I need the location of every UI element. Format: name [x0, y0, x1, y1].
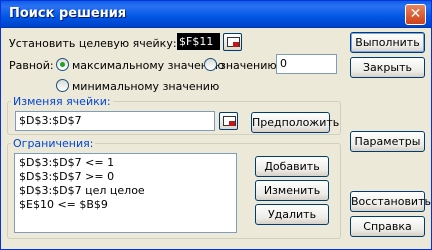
- reset-button[interactable]: Восстановить: [350, 191, 431, 212]
- close-button[interactable]: ✕: [405, 4, 426, 25]
- list-item[interactable]: $D$3:$D$7 >= 0: [19, 170, 114, 183]
- value-radio[interactable]: [204, 58, 217, 71]
- changing-cells-value: $D$3:$D$7: [19, 114, 82, 127]
- constraints-label: Ограничения:: [11, 137, 96, 150]
- value-input-text: 0: [280, 57, 287, 70]
- add-constraint-button[interactable]: Добавить: [255, 156, 329, 177]
- constraints-list[interactable]: $D$3:$D$7 <= 1 $D$3:$D$7 >= 0 $D$3:$D$7 …: [14, 153, 237, 233]
- change-constraint-button[interactable]: Изменить: [255, 180, 329, 201]
- target-cell-label: Установить целевую ячейку:: [9, 37, 177, 50]
- target-cell-value: $F$11: [179, 35, 214, 48]
- list-item[interactable]: $E$10 <= $B$9: [19, 198, 108, 211]
- dialog-title: Поиск решения: [9, 6, 127, 21]
- list-item[interactable]: $D$3:$D$7 цел целое: [19, 184, 145, 197]
- help-button[interactable]: Справка: [350, 216, 425, 237]
- max-radio[interactable]: [56, 58, 69, 71]
- solver-dialog: Поиск решения ✕ Установить целевую ячейк…: [0, 0, 432, 250]
- delete-constraint-button[interactable]: Удалить: [255, 204, 329, 225]
- close-icon: ✕: [409, 6, 422, 22]
- changing-range-button[interactable]: [219, 112, 238, 130]
- equal-label: Равной:: [9, 59, 54, 72]
- max-radio-label: максимальному значению: [72, 59, 225, 72]
- changing-cells-label: Изменяя ячейки:: [11, 95, 113, 108]
- value-radio-label: значению:: [220, 59, 281, 72]
- close-dialog-button[interactable]: Закрыть: [350, 57, 425, 78]
- target-cell-input[interactable]: $F$11: [177, 33, 220, 50]
- min-radio[interactable]: [56, 79, 69, 92]
- options-button[interactable]: Параметры: [350, 131, 425, 152]
- title-bar[interactable]: Поиск решения ✕: [1, 1, 431, 28]
- solve-button[interactable]: Выполнить: [350, 32, 425, 53]
- guess-button[interactable]: Предположить: [251, 112, 339, 133]
- changing-cells-input[interactable]: $D$3:$D$7: [15, 111, 215, 131]
- value-input[interactable]: 0: [276, 54, 337, 74]
- target-range-button[interactable]: [223, 33, 242, 51]
- list-item[interactable]: $D$3:$D$7 <= 1: [19, 156, 114, 169]
- min-radio-label: минимальному значению: [72, 80, 220, 93]
